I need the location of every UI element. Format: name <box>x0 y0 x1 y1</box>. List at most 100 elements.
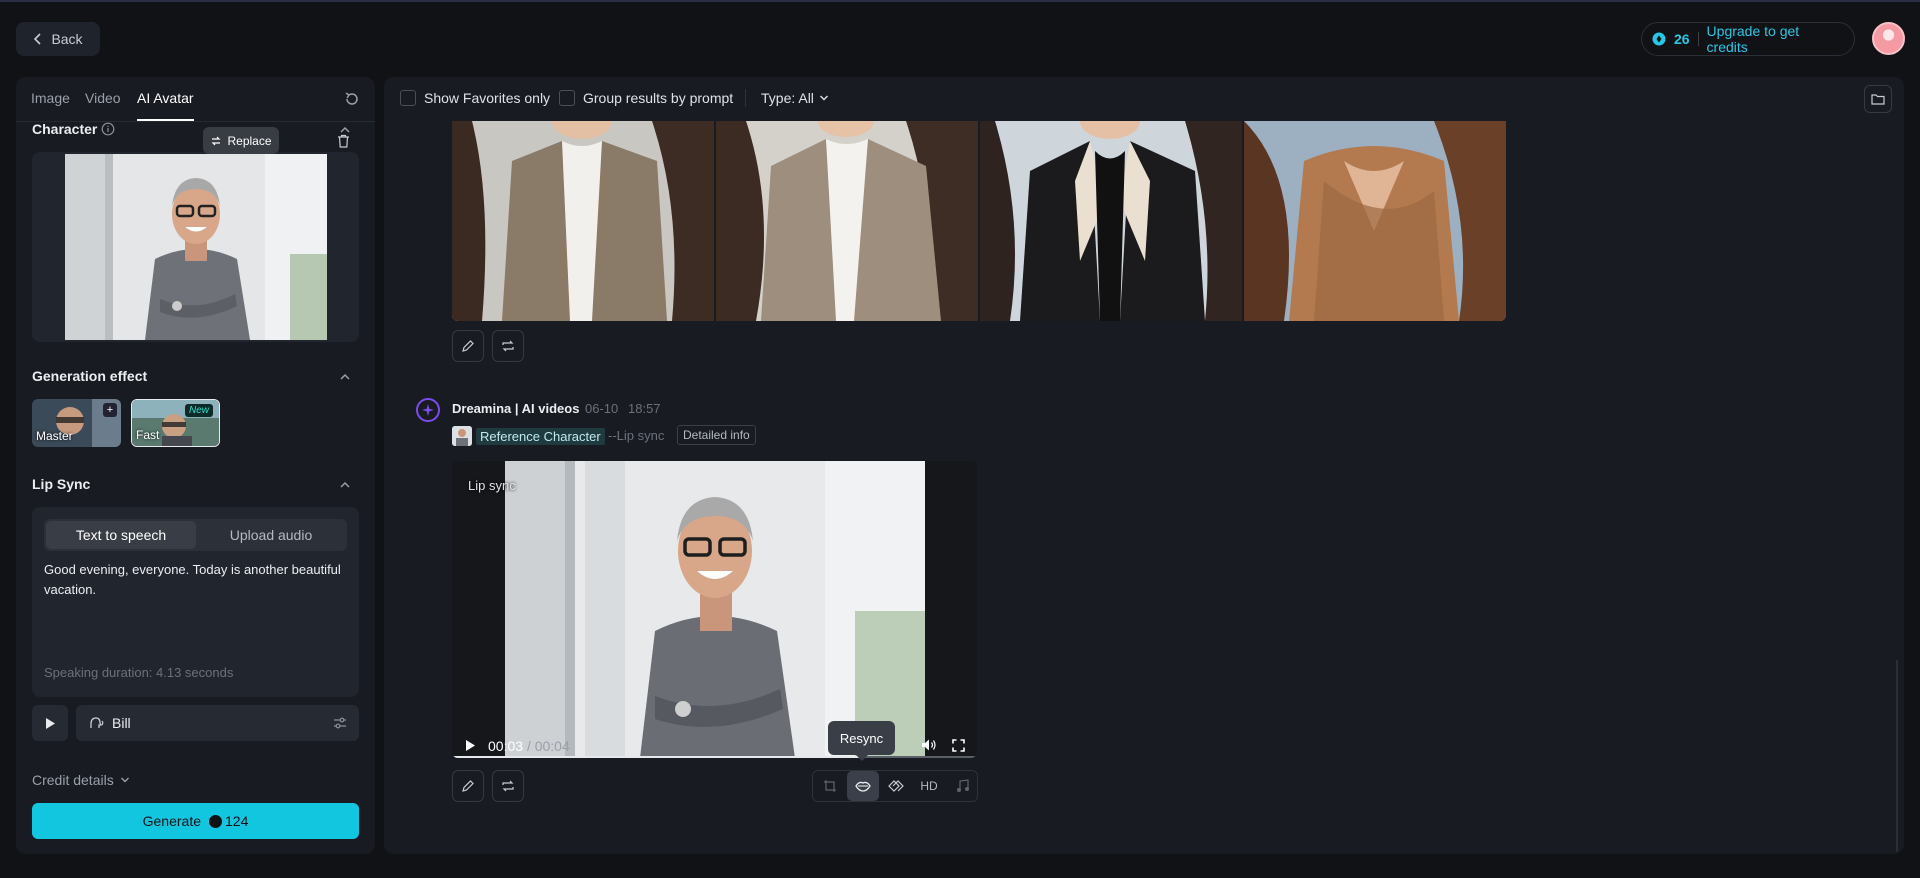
upload-audio-tab[interactable]: Upload audio <box>196 521 346 549</box>
voice-head-icon <box>90 717 104 728</box>
pencil-icon <box>462 780 474 792</box>
generate-button[interactable]: Generate 124 <box>32 803 359 839</box>
video-progress-bar[interactable] <box>452 756 977 758</box>
previous-image-results <box>452 121 1506 321</box>
folder-button[interactable] <box>1864 85 1892 113</box>
generate-cost: 124 <box>225 813 249 829</box>
results-scrollbar[interactable] <box>1896 660 1898 852</box>
lip-sync-title: Lip Sync <box>32 476 91 492</box>
chevron-left-icon <box>34 33 42 45</box>
text-to-speech-tab[interactable]: Text to speech <box>46 521 196 549</box>
effect-master[interactable]: + Master <box>32 399 121 447</box>
effect-fast-label: Fast <box>136 428 160 442</box>
generation-effect-title: Generation effect <box>32 368 148 384</box>
fullscreen-icon[interactable] <box>952 739 965 752</box>
top-border <box>0 0 1920 2</box>
generation-author: Dreamina | AI videos <box>452 401 580 416</box>
type-filter-label: Type: All <box>761 90 814 106</box>
chevron-up-icon[interactable] <box>338 478 352 492</box>
resync-tooltip: Resync <box>828 721 895 761</box>
pencil-icon <box>462 340 474 352</box>
video-player[interactable]: Lip sync 00:03 / 00:04 <box>452 461 977 758</box>
user-avatar[interactable] <box>1872 22 1905 55</box>
effect-fast[interactable]: New Fast <box>131 399 220 447</box>
video-progress-fill <box>452 756 865 758</box>
swap-icon <box>212 136 221 145</box>
regenerate-button[interactable] <box>492 330 524 362</box>
credit-count: 26 <box>1673 31 1690 47</box>
crop-button[interactable] <box>814 771 846 801</box>
info-icon[interactable] <box>101 122 115 136</box>
settings-sliders-icon[interactable] <box>333 716 347 730</box>
soundtrack-button[interactable] <box>946 771 978 801</box>
edit-button[interactable] <box>452 770 484 802</box>
credit-coin-icon <box>209 814 222 828</box>
type-filter[interactable]: Type: All <box>761 90 829 106</box>
back-button[interactable]: Back <box>16 22 100 56</box>
trash-icon <box>337 134 349 148</box>
crop-icon <box>824 780 836 792</box>
result-image[interactable] <box>452 121 714 321</box>
tab-video[interactable]: Video <box>85 90 121 106</box>
reference-label: Reference Character <box>476 427 605 445</box>
voice-selector[interactable]: Bill <box>76 705 359 741</box>
video-overlay-label: Lip sync <box>468 478 516 493</box>
lip-sync-mode-toggle: Text to speech Upload audio <box>44 519 347 551</box>
speech-text-input[interactable]: Good evening, everyone. Today is another… <box>44 560 344 600</box>
favorites-label: Show Favorites only <box>424 90 551 106</box>
effect-master-badge: + <box>103 403 117 417</box>
credit-coin-icon <box>1652 32 1666 46</box>
repeat-icon <box>502 340 514 352</box>
repeat-icon <box>502 780 514 792</box>
lip-sync-tag: --Lip sync <box>608 428 665 443</box>
favorites-checkbox[interactable] <box>400 90 416 106</box>
results-panel: Show Favorites only Group results by pro… <box>384 77 1904 854</box>
group-checkbox[interactable] <box>559 90 575 106</box>
divider <box>745 89 746 107</box>
play-icon[interactable] <box>464 739 476 752</box>
new-badge: New <box>184 404 213 417</box>
interpolate-button[interactable] <box>880 771 912 801</box>
effect-master-label: Master <box>36 429 73 443</box>
left-panel: Image Video AI Avatar Character Replace … <box>16 77 375 854</box>
delete-button[interactable] <box>331 127 355 154</box>
result-image[interactable] <box>716 121 978 321</box>
chevron-up-icon[interactable] <box>338 370 352 384</box>
credits-pill[interactable]: 26 Upgrade to get credits <box>1641 22 1855 56</box>
group-label: Group results by prompt <box>583 90 734 106</box>
generate-label: Generate <box>142 813 201 829</box>
upgrade-link[interactable]: Upgrade to get credits <box>1707 23 1844 55</box>
folder-icon <box>1871 94 1885 105</box>
chevron-down-icon <box>819 95 828 101</box>
play-icon <box>46 717 55 729</box>
volume-icon[interactable] <box>921 738 937 752</box>
speaking-duration: Speaking duration: 4.13 seconds <box>44 665 234 680</box>
back-label: Back <box>51 31 83 47</box>
reference-character-chip[interactable]: Reference Character <box>452 426 605 446</box>
credit-details-toggle[interactable]: Credit details <box>32 772 130 788</box>
music-note-icon <box>956 779 969 792</box>
reset-icon[interactable] <box>343 90 361 108</box>
tab-ai-avatar[interactable]: AI Avatar <box>137 90 194 106</box>
tab-image[interactable]: Image <box>31 90 70 106</box>
divider <box>1697 32 1699 46</box>
play-voice-button[interactable] <box>32 705 68 741</box>
resync-button[interactable] <box>847 771 879 801</box>
generation-time: 18:57 <box>628 401 661 416</box>
mode-tabs: Image Video AI Avatar <box>16 77 375 122</box>
hd-button[interactable]: HD <box>913 771 945 801</box>
chevron-down-icon <box>120 777 129 783</box>
replace-button[interactable]: Replace <box>203 127 279 154</box>
result-image[interactable] <box>980 121 1242 321</box>
sparkle-icon <box>422 404 434 416</box>
regenerate-button[interactable] <box>492 770 524 802</box>
edit-button[interactable] <box>452 330 484 362</box>
replace-label: Replace <box>227 133 272 148</box>
video-frame <box>505 461 925 758</box>
result-image[interactable] <box>1244 121 1506 321</box>
dreamina-logo <box>416 398 440 422</box>
diamond-icon <box>888 780 904 792</box>
reference-thumbnail <box>452 426 472 446</box>
voice-name: Bill <box>112 715 131 731</box>
detailed-info-button[interactable]: Detailed info <box>677 425 756 445</box>
